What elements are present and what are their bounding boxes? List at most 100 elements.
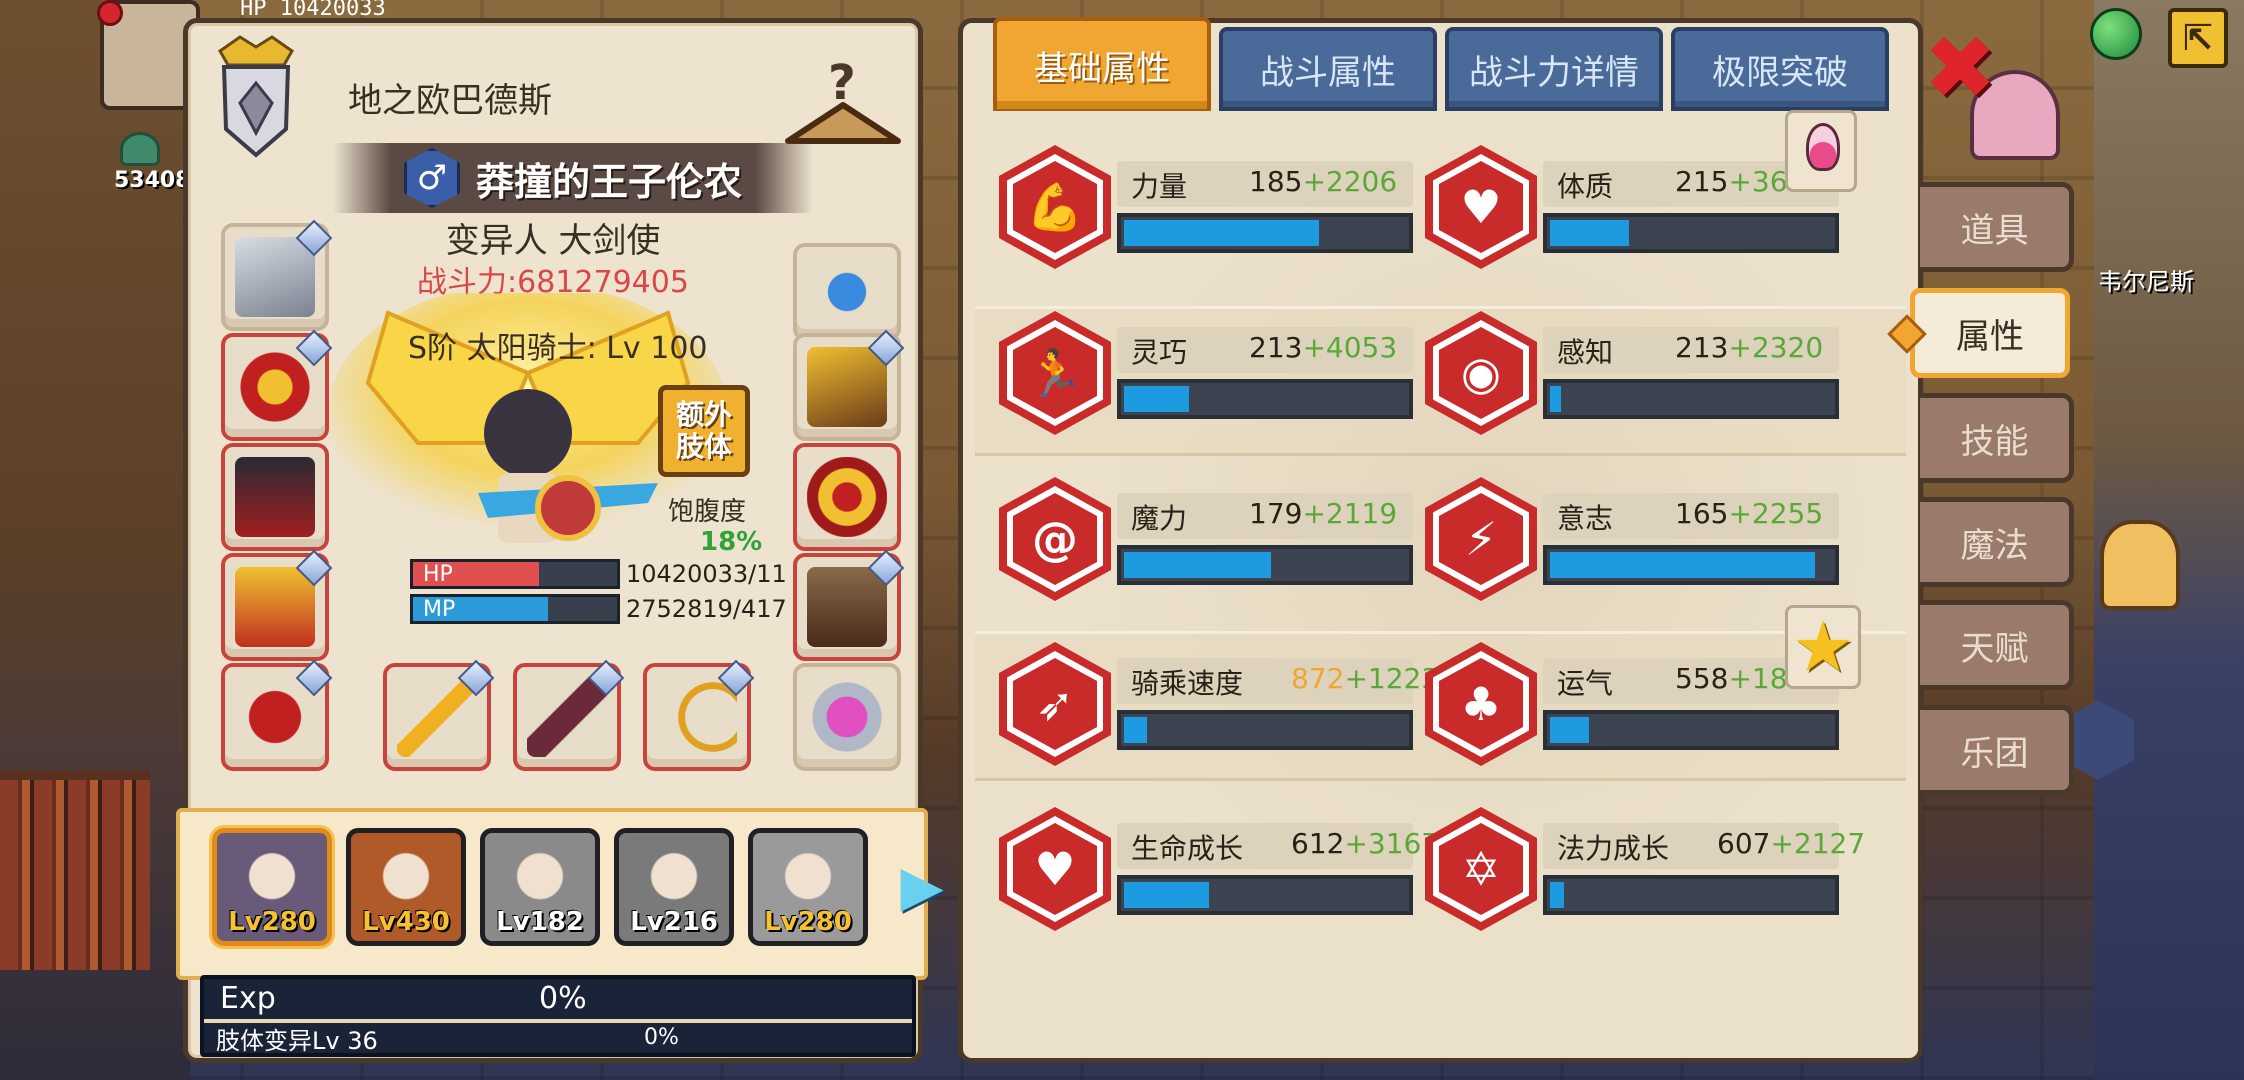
stat-progress-fill bbox=[1124, 386, 1189, 412]
faction-name: 地之欧巴德斯 bbox=[348, 81, 552, 121]
stat-block[interactable]: ♣ 运气 558+1878 bbox=[1425, 638, 1845, 768]
stat-progress-bar bbox=[1543, 379, 1839, 419]
equip-slot-bow[interactable] bbox=[643, 659, 755, 771]
mp-label: MP bbox=[423, 597, 456, 622]
tab-basic-attributes[interactable]: 基础属性 bbox=[993, 17, 1211, 113]
equip-slot-gauntlet[interactable] bbox=[793, 329, 905, 441]
stat-block[interactable]: ⚡ 意志 165+2255 bbox=[1425, 473, 1845, 603]
stat-glyph: ♥ bbox=[1460, 180, 1502, 234]
exp-value: 0% bbox=[539, 981, 587, 1016]
side-menu-attributes[interactable]: 属性 bbox=[1910, 288, 2070, 378]
stat-base-value: 185 bbox=[1249, 165, 1303, 198]
stat-glyph: ♣ bbox=[1460, 677, 1502, 731]
equip-slot-boots[interactable] bbox=[793, 549, 905, 661]
stat-block[interactable]: ♥ 体质 215+3617 bbox=[1425, 141, 1845, 271]
stat-bonus-value: +2119 bbox=[1302, 497, 1398, 530]
equip-slot-ring[interactable] bbox=[793, 663, 901, 771]
hp-bar-row: HP 10420033/11 bbox=[410, 558, 787, 590]
extra-limb-button[interactable]: 额外 肢体 bbox=[658, 385, 750, 477]
potion-icon bbox=[1806, 123, 1840, 171]
party-member-portrait[interactable]: Lv182 bbox=[480, 828, 600, 946]
party-member-level: Lv216 bbox=[630, 907, 718, 937]
equip-slot-sword[interactable] bbox=[513, 659, 625, 771]
exit-icon[interactable]: ⇱ bbox=[2168, 8, 2228, 68]
stat-glyph: @ bbox=[1032, 512, 1078, 566]
stat-block[interactable]: ➶ 骑乘速度 872+1223 bbox=[999, 638, 1439, 768]
party-member-level: Lv430 bbox=[362, 907, 450, 937]
stat-block[interactable]: ✡ 法力成长 607+2127 bbox=[1425, 803, 1865, 933]
party-member-portrait[interactable]: Lv280 bbox=[748, 828, 868, 946]
stat-name: 灵巧 bbox=[1131, 336, 1188, 369]
heart-growth-icon: ♥ bbox=[999, 807, 1111, 931]
party-portrait-strip: Lv280 Lv430 Lv182 Lv216 Lv280 ▶ bbox=[176, 808, 944, 980]
chevron-right-icon[interactable]: ▶ bbox=[900, 852, 944, 922]
ring-icon bbox=[807, 677, 887, 757]
stat-block[interactable]: 💪 力量 185+2206 bbox=[999, 141, 1419, 271]
stat-glyph: 🏃 bbox=[1026, 345, 1084, 400]
side-menu-talent[interactable]: 天赋 bbox=[1920, 600, 2074, 690]
npc-sprite[interactable] bbox=[2100, 520, 2180, 610]
stat-glyph: ⚡ bbox=[1464, 512, 1498, 566]
stat-block[interactable]: ♥ 生命成长 612+3167 bbox=[999, 803, 1439, 933]
party-member-portrait[interactable]: Lv216 bbox=[614, 828, 734, 946]
character-title: 莽撞的王子伦农 bbox=[475, 159, 742, 204]
stat-block[interactable]: ◉ 感知 213+2320 bbox=[1425, 307, 1845, 437]
stat-glyph: 💪 bbox=[1026, 179, 1084, 234]
party-member-portrait[interactable]: Lv430 bbox=[346, 828, 466, 946]
stat-block[interactable]: 🏃 灵巧 213+4053 bbox=[999, 307, 1419, 437]
equip-slot-staff[interactable] bbox=[383, 659, 495, 771]
side-menu-label: 技能 bbox=[1960, 421, 2029, 462]
globe-icon[interactable] bbox=[2090, 8, 2142, 60]
close-icon[interactable]: ✖ bbox=[1923, 24, 1997, 112]
tab-limit-break[interactable]: 极限突破 bbox=[1671, 27, 1889, 111]
potion-button[interactable] bbox=[1785, 110, 1857, 192]
body-icon: ♥ bbox=[1425, 145, 1537, 269]
side-menu-band[interactable]: 乐团 bbox=[1920, 705, 2074, 795]
equip-slot-chest-belt[interactable] bbox=[793, 443, 901, 551]
equip-slot-belt[interactable] bbox=[221, 659, 333, 771]
equip-slot-cloak[interactable] bbox=[221, 443, 329, 551]
stat-progress-fill bbox=[1550, 552, 1815, 578]
tab-combat-power-details[interactable]: 战斗力详情 bbox=[1445, 27, 1663, 111]
side-menu-skills[interactable]: 技能 bbox=[1920, 393, 2074, 483]
gauntlet-icon bbox=[807, 347, 887, 427]
extra-limb-label: 肢体 bbox=[675, 430, 732, 463]
character-panel: 地之欧巴德斯 ? ♂ 莽撞的王子伦农 变异人 大剑使 战斗力:681279405… bbox=[176, 18, 944, 1063]
stat-bonus-value: +2320 bbox=[1728, 331, 1824, 364]
attribute-list: 💪 力量 185+2206 ♥ 体质 215+3617 🏃 灵巧 213+4053 ◉ 感知 213+… bbox=[969, 111, 1912, 1052]
head-icon: ⚡ bbox=[1425, 477, 1537, 601]
extra-limb-label: 额外 bbox=[675, 397, 732, 431]
stat-value: 213+2320 bbox=[1675, 331, 1823, 364]
eye-icon: ◉ bbox=[1425, 311, 1537, 435]
stat-progress-bar bbox=[1543, 875, 1839, 915]
stat-base-value: 607 bbox=[1717, 827, 1771, 860]
exp-label: Exp bbox=[220, 981, 276, 1016]
stat-glyph: ✡ bbox=[1461, 842, 1501, 896]
stat-value: 179+2119 bbox=[1249, 497, 1397, 530]
party-member-level: Lv182 bbox=[496, 907, 584, 937]
stat-name: 生命成长 bbox=[1131, 832, 1244, 865]
stat-value: 612+3167 bbox=[1291, 827, 1439, 860]
chest-belt-icon bbox=[807, 457, 887, 537]
tab-combat-attributes[interactable]: 战斗属性 bbox=[1219, 27, 1437, 111]
stat-glyph: ♥ bbox=[1034, 842, 1076, 896]
side-menu-magic[interactable]: 魔法 bbox=[1920, 497, 2074, 587]
home-icon[interactable] bbox=[120, 132, 160, 166]
star-icon[interactable]: ★ bbox=[1785, 605, 1861, 689]
stat-value: 165+2255 bbox=[1675, 497, 1823, 530]
world-side-count: 53408 bbox=[114, 168, 191, 193]
side-menu-label: 天赋 bbox=[1960, 628, 2029, 669]
stat-progress-bar bbox=[1117, 545, 1413, 585]
equip-slot-crest[interactable] bbox=[793, 243, 901, 341]
swirl-icon: @ bbox=[999, 477, 1111, 601]
tab-label: 战斗属性 bbox=[1260, 52, 1396, 93]
equip-slot-helmet[interactable] bbox=[221, 219, 333, 331]
party-member-level: Lv280 bbox=[228, 907, 316, 937]
stat-progress-fill bbox=[1124, 717, 1147, 743]
side-menu-items[interactable]: 道具 bbox=[1920, 182, 2074, 272]
party-member-portrait[interactable]: Lv280 bbox=[212, 828, 332, 946]
equip-slot-armor[interactable] bbox=[221, 549, 333, 661]
stat-progress-fill bbox=[1124, 882, 1209, 908]
stat-block[interactable]: @ 魔力 179+2119 bbox=[999, 473, 1419, 603]
equip-slot-necklace[interactable] bbox=[221, 329, 333, 441]
